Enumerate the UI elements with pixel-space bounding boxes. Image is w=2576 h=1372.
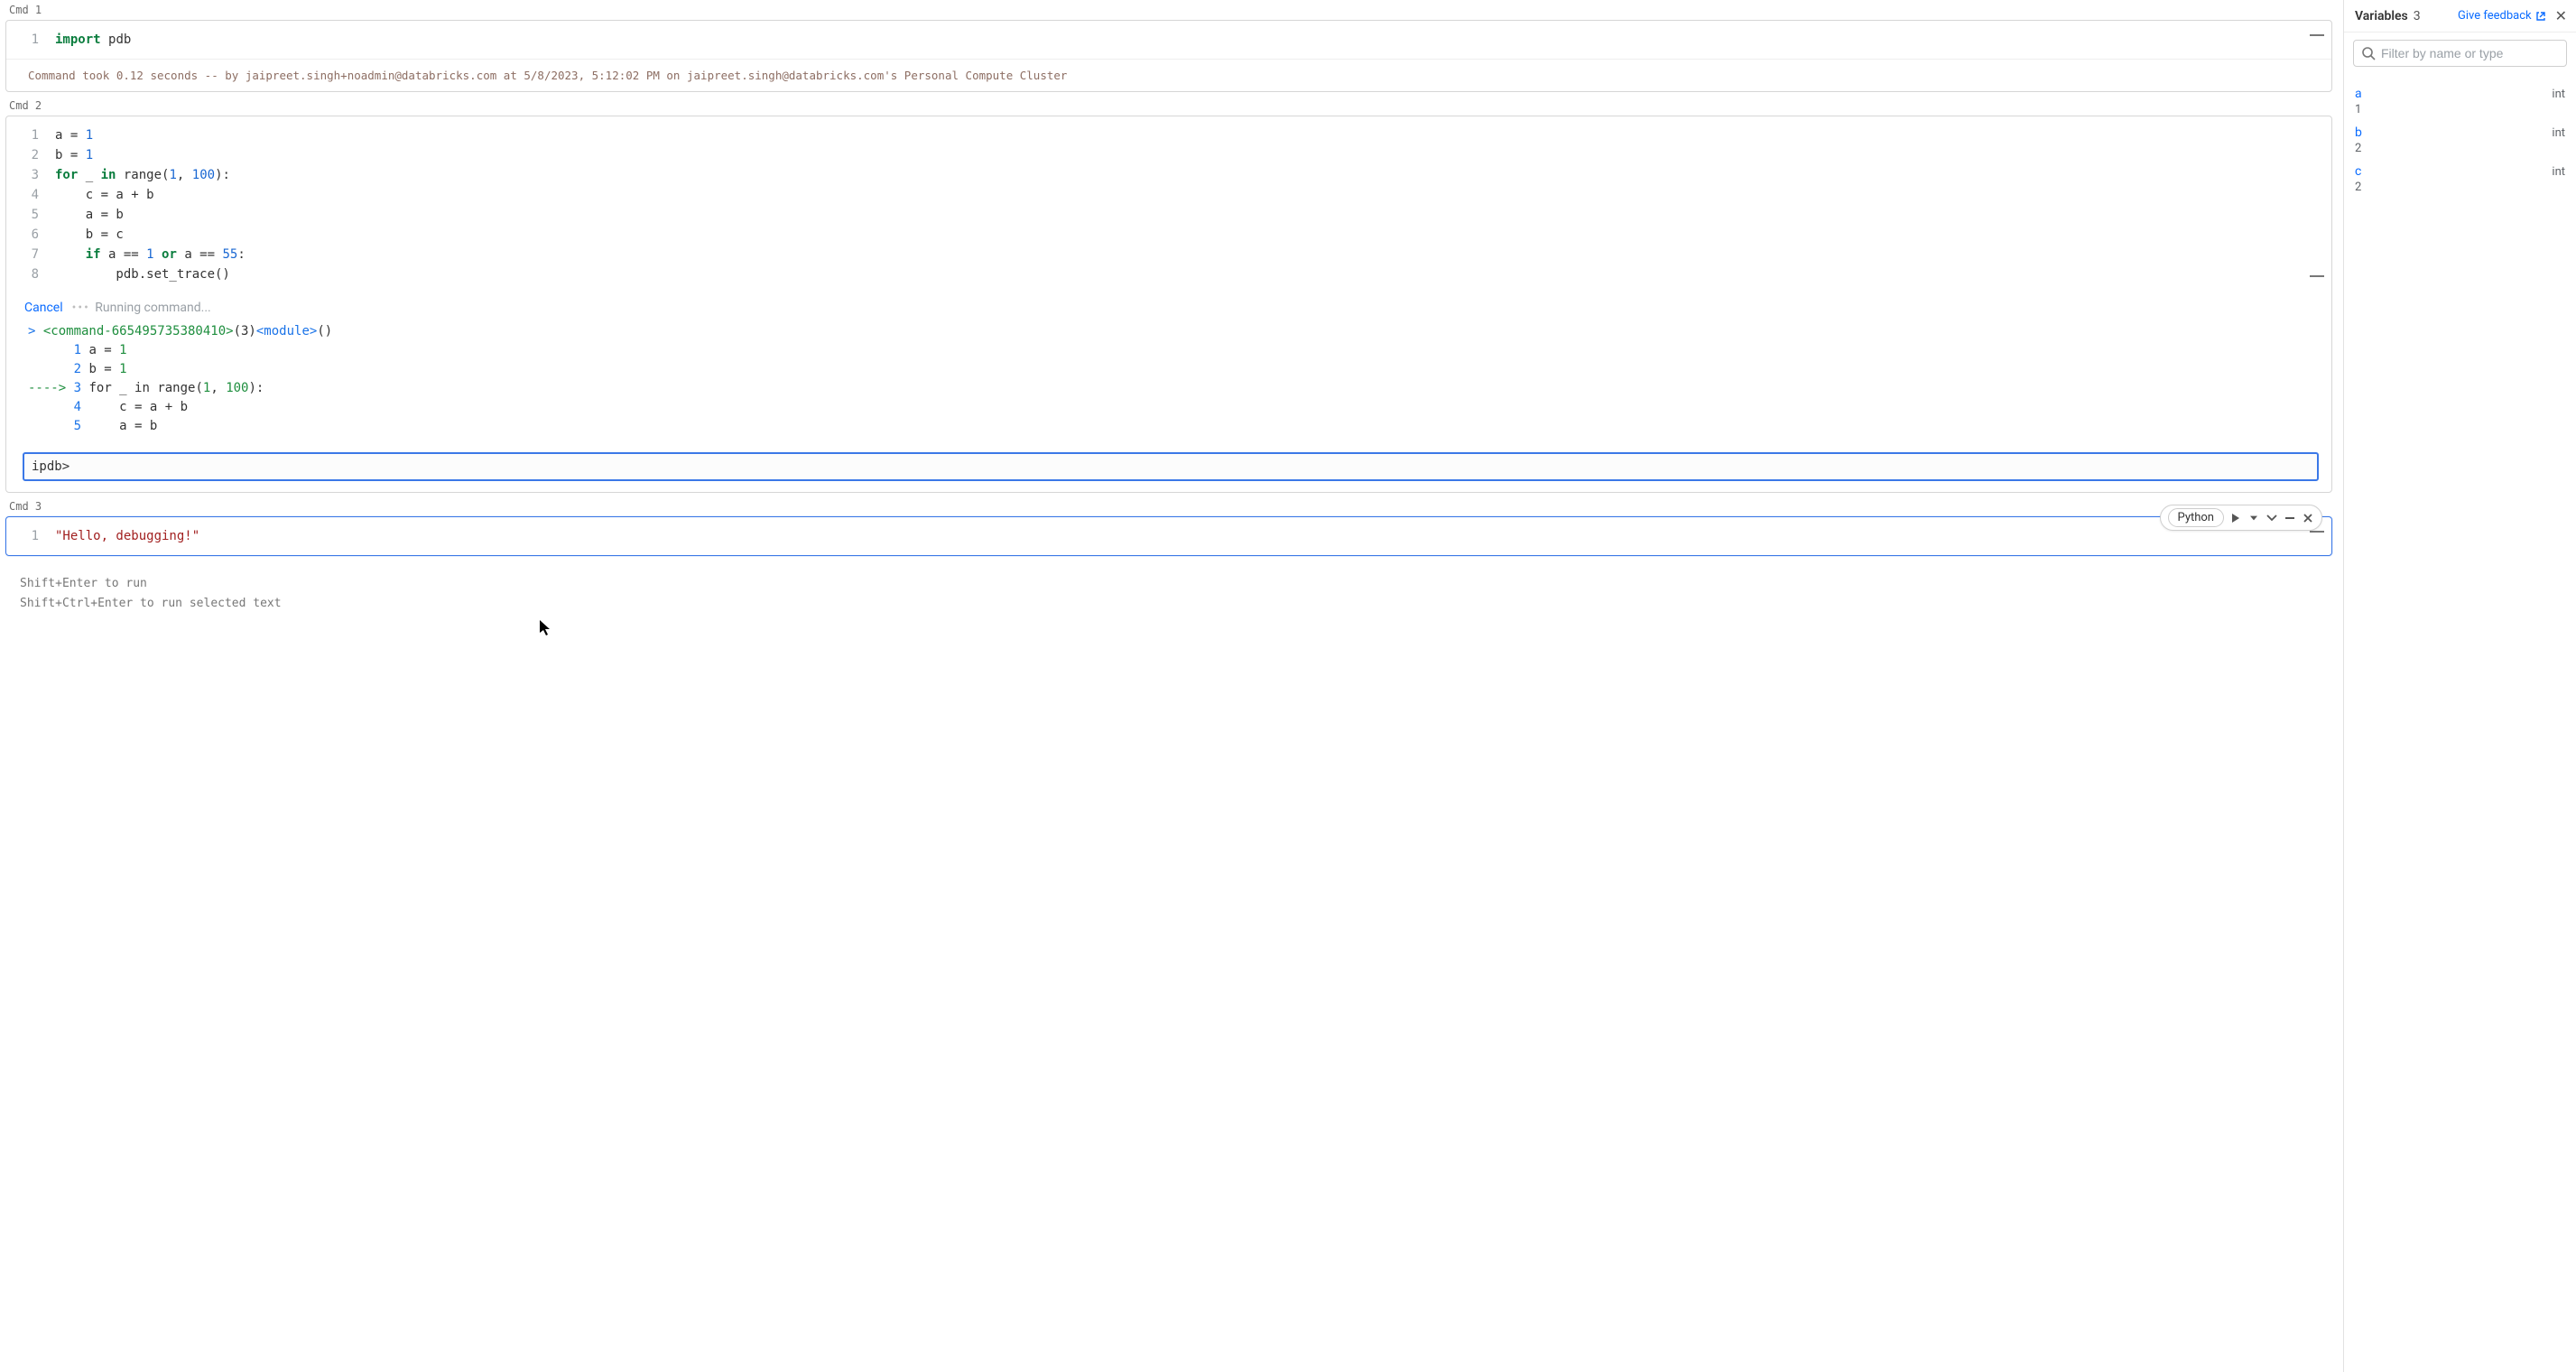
collapse-icon[interactable] bbox=[2310, 275, 2324, 286]
external-link-icon bbox=[2535, 11, 2546, 22]
ipdb-input-wrap[interactable]: ipdb> bbox=[23, 452, 2319, 481]
cell-toolbar: Python bbox=[2160, 505, 2322, 531]
close-panel-icon[interactable]: ✕ bbox=[2555, 7, 2567, 24]
cell-cmd2[interactable]: 1a = 12b = 13for _ in range(1, 100):4 c … bbox=[5, 116, 2332, 493]
line-number: 4 bbox=[6, 185, 55, 205]
give-feedback-link[interactable]: Give feedback bbox=[2458, 9, 2546, 23]
cell-label: Cmd 2 bbox=[0, 96, 2338, 114]
hint-line: Shift+Ctrl+Enter to run selected text bbox=[20, 594, 2338, 614]
line-number: 6 bbox=[6, 225, 55, 245]
code-text: "Hello, debugging!" bbox=[55, 526, 199, 546]
filter-input[interactable] bbox=[2381, 46, 2559, 60]
variable-value: 1 bbox=[2355, 101, 2565, 116]
trace-header: > <command-665495735380410>(3)<module>() bbox=[28, 322, 2313, 341]
code-line: 8 pdb.set_trace() bbox=[6, 264, 2319, 284]
code-lines: 1a = 12b = 13for _ in range(1, 100):4 c … bbox=[6, 125, 2319, 284]
variable-value: 2 bbox=[2355, 140, 2565, 155]
variables-panel: Variables 3 Give feedback ✕ aint1bint2ci… bbox=[2343, 0, 2576, 1372]
ipdb-input[interactable] bbox=[75, 459, 2310, 474]
code-editor[interactable]: 1"Hello, debugging!" bbox=[6, 517, 2331, 555]
variable-type: int bbox=[2552, 165, 2565, 179]
code-text: pdb.set_trace() bbox=[55, 264, 230, 284]
variable-value: 2 bbox=[2355, 179, 2565, 194]
variables-title: Variables 3 bbox=[2355, 9, 2421, 23]
keyboard-hints: Shift+Enter to run Shift+Ctrl+Enter to r… bbox=[0, 560, 2338, 614]
variable-type: int bbox=[2552, 126, 2565, 140]
code-line: 2b = 1 bbox=[6, 145, 2319, 165]
code-text: c = a + b bbox=[55, 185, 154, 205]
trace-line: ----> 3 for _ in range(1, 100): bbox=[28, 379, 2313, 398]
code-text: a = b bbox=[55, 205, 124, 225]
close-icon[interactable] bbox=[2302, 512, 2314, 524]
code-text: a = 1 bbox=[55, 125, 93, 145]
chevron-down-icon[interactable] bbox=[2266, 512, 2278, 524]
running-row: Cancel ••• Running command... bbox=[6, 293, 2331, 319]
code-line: 7 if a == 1 or a == 55: bbox=[6, 245, 2319, 264]
cell-label: Cmd 3 bbox=[0, 496, 2338, 514]
spinner-icon: ••• bbox=[72, 301, 90, 315]
trace-line: 2 b = 1 bbox=[28, 360, 2313, 379]
line-number: 2 bbox=[6, 145, 55, 165]
feedback-label: Give feedback bbox=[2458, 9, 2532, 23]
code-lines: 1import pdb bbox=[6, 30, 2319, 50]
execution-status: Command took 0.12 seconds -- by jaipreet… bbox=[6, 59, 2331, 91]
code-line: 5 a = b bbox=[6, 205, 2319, 225]
cancel-button[interactable]: Cancel bbox=[24, 301, 63, 315]
trace-line: 1 a = 1 bbox=[28, 341, 2313, 360]
code-text: b = 1 bbox=[55, 145, 93, 165]
cell-cmd3[interactable]: Python 1"Hello, debugging!" bbox=[5, 516, 2332, 556]
line-number: 8 bbox=[6, 264, 55, 284]
line-number: 5 bbox=[6, 205, 55, 225]
code-lines: 1"Hello, debugging!" bbox=[6, 526, 2319, 546]
filter-wrap bbox=[2344, 32, 2576, 74]
notebook-main: Cmd 1 1import pdb Command took 0.12 seco… bbox=[0, 0, 2343, 1372]
language-pill[interactable]: Python bbox=[2168, 508, 2224, 527]
variable-name[interactable]: a bbox=[2355, 87, 2362, 101]
code-text: b = c bbox=[55, 225, 124, 245]
variable-type: int bbox=[2552, 88, 2565, 101]
variable-name[interactable]: b bbox=[2355, 125, 2362, 140]
code-line: 1"Hello, debugging!" bbox=[6, 526, 2319, 546]
code-text: if a == 1 or a == 55: bbox=[55, 245, 246, 264]
variable-row[interactable]: b int2 bbox=[2355, 118, 2565, 157]
variables-list: aint1bint2cint2 bbox=[2344, 74, 2576, 201]
variable-row[interactable]: a int1 bbox=[2355, 79, 2565, 118]
code-line: 3for _ in range(1, 100): bbox=[6, 165, 2319, 185]
hint-line: Shift+Enter to run bbox=[20, 574, 2338, 594]
variables-header: Variables 3 Give feedback ✕ bbox=[2344, 0, 2576, 32]
running-status: ••• Running command... bbox=[72, 301, 211, 315]
variable-row[interactable]: c int2 bbox=[2355, 157, 2565, 196]
code-editor[interactable]: 1a = 12b = 13for _ in range(1, 100):4 c … bbox=[6, 116, 2331, 293]
code-text: import pdb bbox=[55, 30, 131, 50]
code-line: 6 b = c bbox=[6, 225, 2319, 245]
run-icon[interactable] bbox=[2229, 512, 2242, 524]
line-number: 3 bbox=[6, 165, 55, 185]
code-line: 1a = 1 bbox=[6, 125, 2319, 145]
minimize-icon[interactable] bbox=[2284, 512, 2296, 524]
cell-cmd1[interactable]: 1import pdb Command took 0.12 seconds --… bbox=[5, 20, 2332, 92]
ipdb-prompt: ipdb> bbox=[32, 459, 69, 474]
variable-name[interactable]: c bbox=[2355, 164, 2361, 179]
code-line: 1import pdb bbox=[6, 30, 2319, 50]
line-number: 1 bbox=[6, 125, 55, 145]
cell-label: Cmd 1 bbox=[0, 0, 2338, 18]
trace-line: 5 a = b bbox=[28, 417, 2313, 436]
collapse-icon[interactable] bbox=[2310, 34, 2324, 45]
line-number: 1 bbox=[6, 526, 55, 546]
trace-line: 4 c = a + b bbox=[28, 398, 2313, 417]
code-line: 4 c = a + b bbox=[6, 185, 2319, 205]
variables-count: 3 bbox=[2414, 9, 2421, 23]
code-text: for _ in range(1, 100): bbox=[55, 165, 230, 185]
variables-title-text: Variables bbox=[2355, 9, 2408, 23]
line-number: 7 bbox=[6, 245, 55, 264]
debugger-trace: > <command-665495735380410>(3)<module>()… bbox=[6, 319, 2331, 447]
dropdown-icon[interactable] bbox=[2247, 512, 2260, 524]
line-number: 1 bbox=[6, 30, 55, 50]
search-icon bbox=[2361, 46, 2376, 60]
filter-box[interactable] bbox=[2353, 40, 2567, 67]
code-editor[interactable]: 1import pdb bbox=[6, 21, 2331, 59]
collapse-icon[interactable] bbox=[2310, 531, 2324, 542]
